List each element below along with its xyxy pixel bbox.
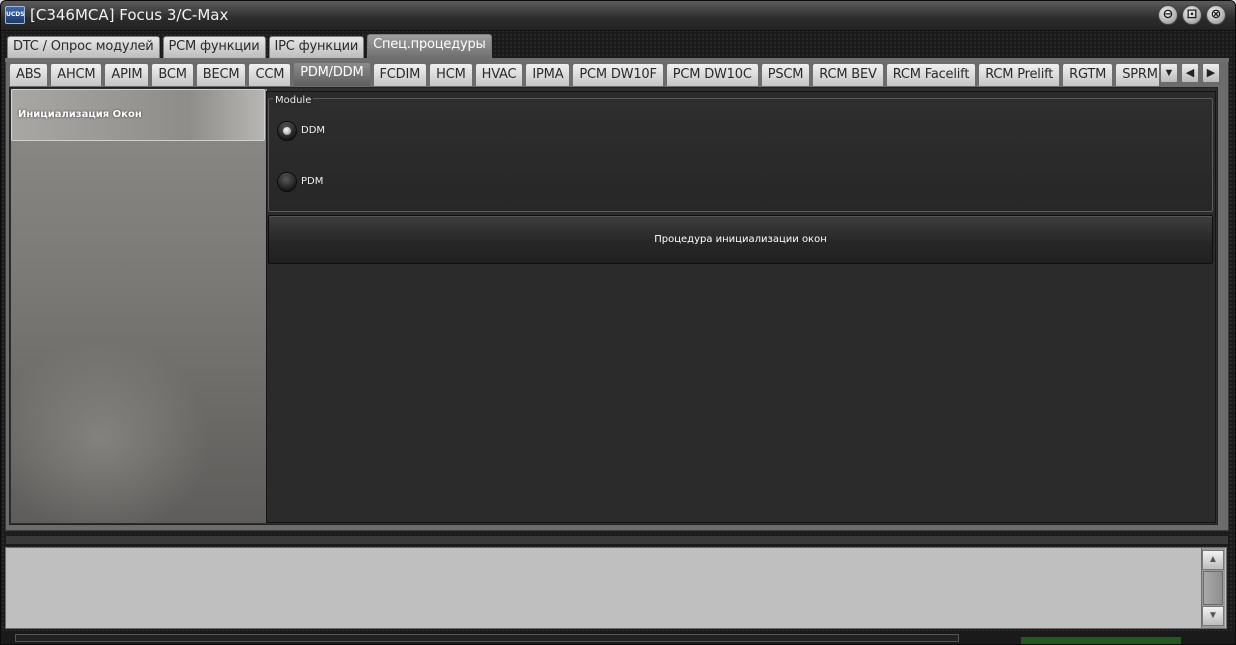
module-tab-sprm[interactable]: SPRM	[1115, 63, 1159, 86]
module-tab-fcdim[interactable]: FCDIM	[372, 63, 428, 86]
module-tab-ccm[interactable]: CCM	[248, 63, 292, 86]
module-tab-hvac[interactable]: HVAC	[474, 63, 524, 86]
title-bar[interactable]: UCDS [C346MCA] Focus 3/C-Max ⊖ ⊡ ⊗	[1, 1, 1235, 31]
log-output[interactable]	[5, 547, 1227, 629]
procedure-list: Инициализация Окон	[11, 89, 267, 523]
module-tab-rcm-prelift[interactable]: RCM Prelift	[978, 63, 1061, 86]
procedure-item-window-init[interactable]: Инициализация Окон	[11, 89, 265, 141]
tab-ipc-functions[interactable]: IPC функции	[268, 36, 365, 58]
tab-list-dropdown[interactable]: ▼	[1160, 63, 1178, 83]
window-init-procedure-button[interactable]: Процедура инициализации окон	[268, 215, 1213, 264]
minimize-button[interactable]: ⊖	[1158, 5, 1178, 25]
status-segment	[15, 634, 959, 642]
module-tab-pcm-dw10c[interactable]: PCM DW10C	[665, 63, 759, 86]
module-tab-pdm-ddm[interactable]: PDM/DDM	[293, 63, 371, 86]
module-tab-ahcm[interactable]: AHCM	[50, 63, 103, 86]
window-title: [C346MCA] Focus 3/C-Max	[30, 6, 229, 24]
tab-divider	[5, 58, 1229, 62]
app-window: UCDS [C346MCA] Focus 3/C-Max ⊖ ⊡ ⊗ DTC /…	[0, 0, 1236, 645]
module-tab-rcm-bev[interactable]: RCM BEV	[812, 63, 884, 86]
scroll-down-icon[interactable]: ▼	[1202, 606, 1224, 626]
maximize-button[interactable]: ⊡	[1182, 5, 1202, 25]
module-tab-apim[interactable]: APIM	[104, 63, 150, 86]
module-tab-bar: ABS AHCM APIM BCM BECM CCM PDM/DDM FCDIM…	[9, 63, 1159, 86]
module-tab-becm[interactable]: BECM	[195, 63, 247, 86]
tab-dtc[interactable]: DTC / Опрос модулей	[7, 36, 160, 58]
module-group-legend: Module	[273, 95, 314, 106]
scroll-up-icon[interactable]: ▲	[1202, 550, 1224, 570]
module-tab-pscm[interactable]: PSCM	[760, 63, 811, 86]
module-tab-hcm[interactable]: HCM	[429, 63, 473, 86]
close-button[interactable]: ⊗	[1206, 5, 1226, 25]
module-tab-abs[interactable]: ABS	[9, 63, 49, 86]
module-tab-ipma[interactable]: IPMA	[525, 63, 571, 86]
radio-ddm-label[interactable]: DDM	[301, 125, 325, 136]
app-logo-icon: UCDS	[5, 6, 25, 24]
module-tab-pcm-dw10f[interactable]: PCM DW10F	[572, 63, 664, 86]
radio-ddm[interactable]	[277, 121, 297, 141]
tab-scroll-left-icon[interactable]: ◀	[1181, 63, 1199, 83]
tab-pcm-functions[interactable]: PCM функции	[162, 36, 266, 58]
connection-indicator	[1021, 637, 1181, 644]
tab-special-procedures[interactable]: Спец.процедуры	[367, 34, 492, 58]
module-tab-bcm[interactable]: BCM	[151, 63, 194, 86]
radio-pdm[interactable]	[277, 172, 297, 192]
module-tab-rcm-facelift[interactable]: RCM Facelift	[885, 63, 977, 86]
log-header-bar	[5, 535, 1229, 545]
module-groupbox	[268, 98, 1213, 212]
module-tab-rgtm[interactable]: RGTM	[1062, 63, 1114, 86]
radio-pdm-label[interactable]: PDM	[301, 176, 323, 187]
main-tab-bar: DTC / Опрос модулей PCM функции IPC функ…	[7, 34, 492, 58]
scroll-thumb[interactable]	[1203, 571, 1223, 605]
tab-scroll-right-icon[interactable]: ▶	[1202, 63, 1220, 83]
